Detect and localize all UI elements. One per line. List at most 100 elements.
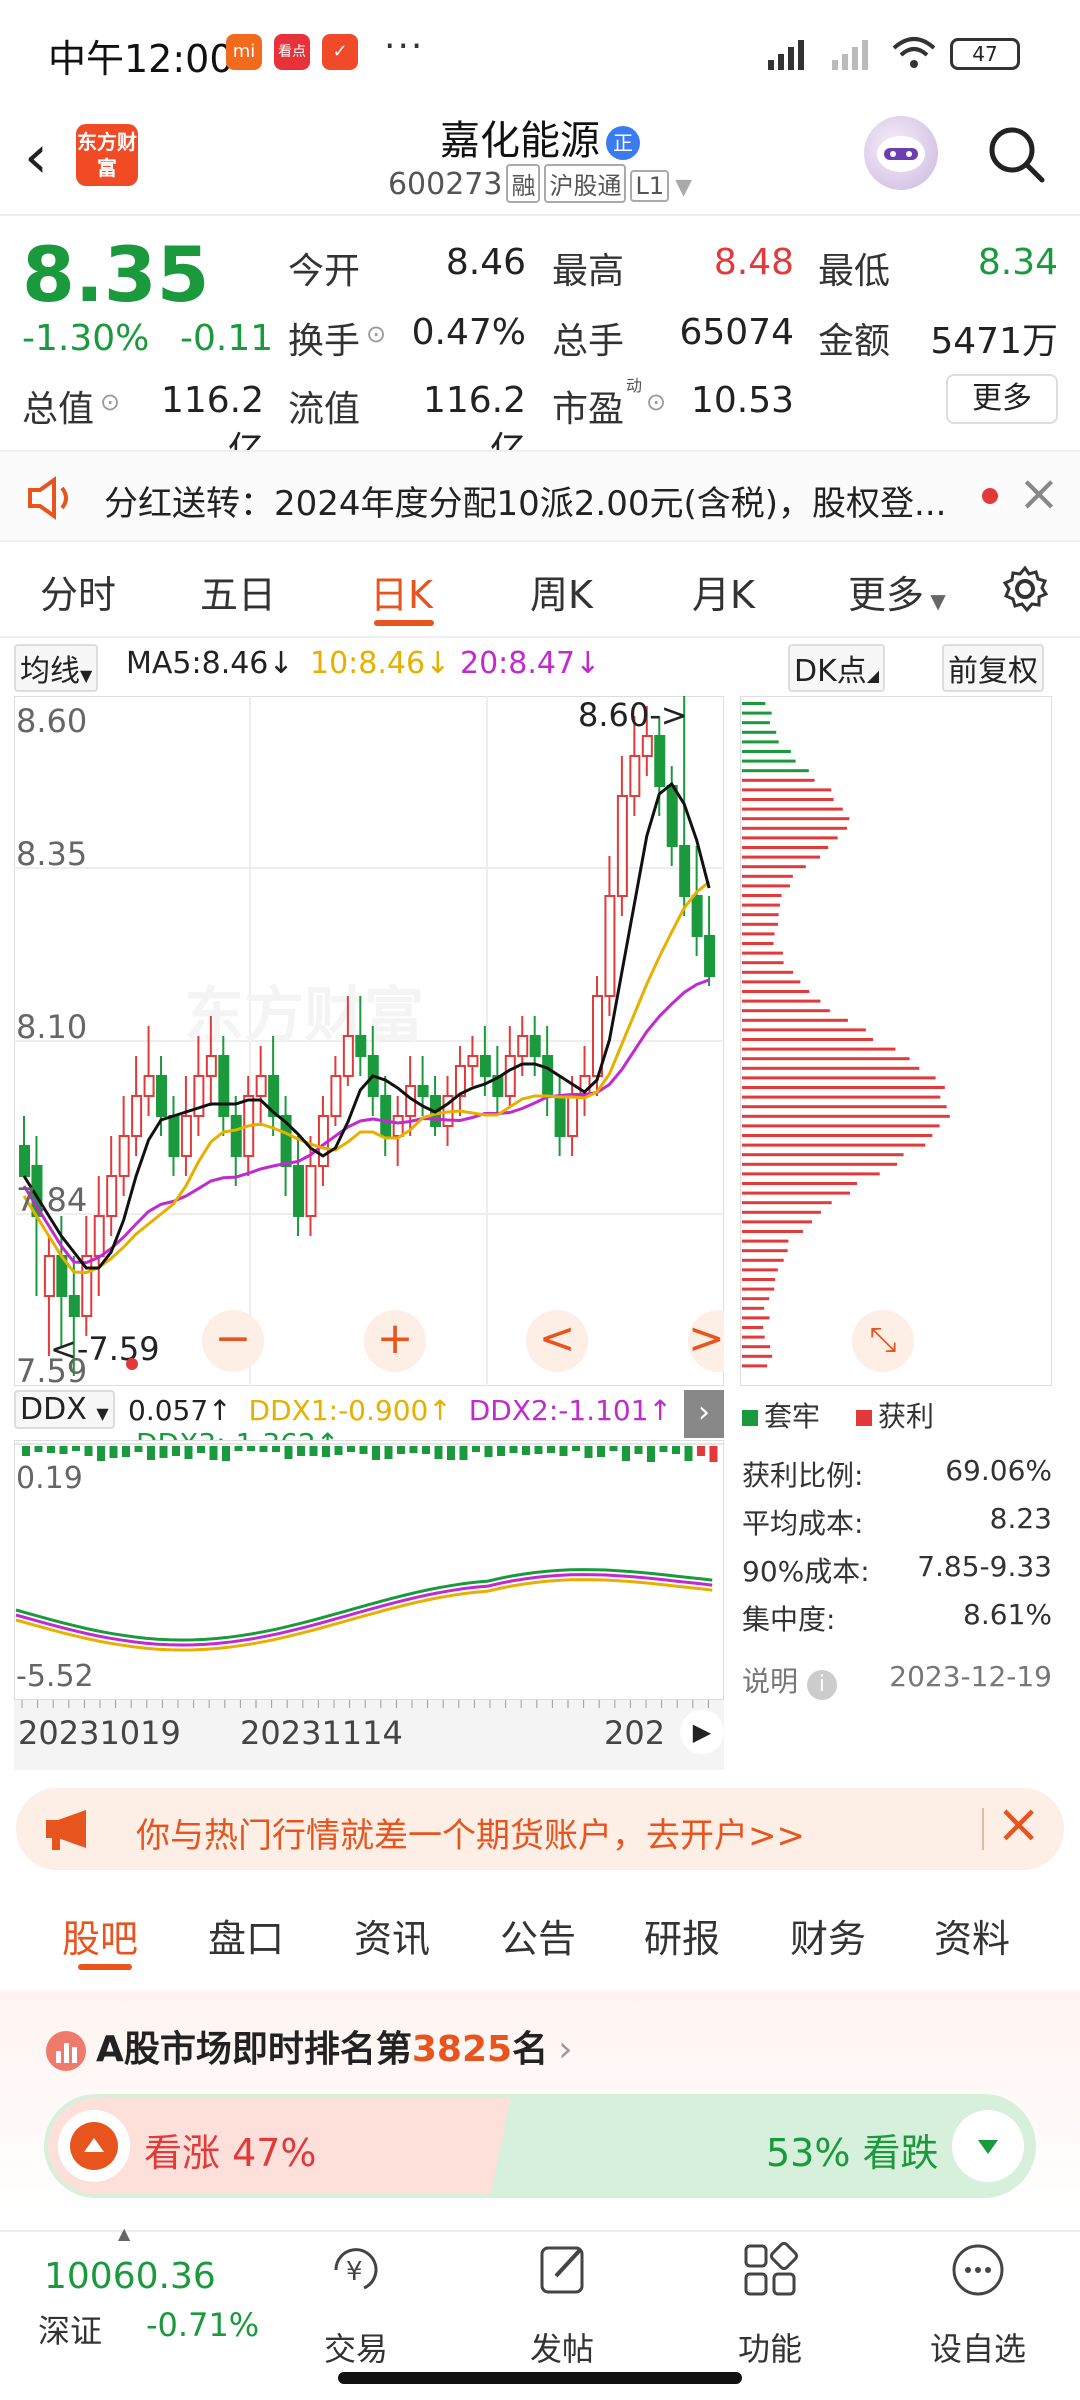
gear-icon[interactable] — [1000, 564, 1050, 614]
tab-announcements[interactable]: 公告 — [500, 1908, 576, 1963]
dk-point-select[interactable]: DK点◢ — [788, 644, 885, 692]
futures-promo-banner[interactable]: 你与热门行情就差一个期货账户，去开户>> × — [16, 1788, 1064, 1870]
candle-body — [655, 736, 664, 786]
market-cap-label: 总值 — [22, 380, 94, 432]
scroll-left-button[interactable]: < — [526, 1310, 588, 1372]
zoom-out-button[interactable]: − — [202, 1310, 264, 1372]
robot-avatar[interactable] — [864, 116, 938, 190]
vote-down-button[interactable] — [952, 2110, 1024, 2182]
collapse-caret[interactable]: ▲ — [118, 2224, 130, 2243]
candle-body — [506, 1056, 515, 1096]
mi-app-icon: mi — [226, 34, 262, 70]
chip-bar — [742, 788, 831, 791]
chip-bar — [742, 760, 796, 763]
home-indicator[interactable] — [338, 2372, 742, 2384]
ddx-bar — [210, 1446, 218, 1460]
promo-divider — [982, 1808, 984, 1850]
chip-bar — [742, 1076, 936, 1079]
dividend-notice[interactable]: 分红送转：2024年度分配10派2.00元(含税)，股权登... × — [0, 450, 1080, 542]
trade-icon[interactable]: ¥ — [324, 2240, 388, 2300]
chip-bar — [742, 1105, 947, 1108]
chip-bar — [742, 769, 809, 772]
adjust-select[interactable]: 前复权 — [942, 644, 1044, 692]
legend-profit: 获利 — [856, 1395, 934, 1435]
rank-chart-icon — [46, 2031, 86, 2071]
candle-body — [531, 1036, 540, 1056]
ddx-next-button[interactable]: › — [684, 1390, 724, 1438]
tab-pankou[interactable]: 盘口 — [208, 1908, 284, 1963]
chip-distribution-chart[interactable] — [740, 696, 1052, 1386]
tab-finance[interactable]: 财务 — [790, 1908, 866, 1963]
search-icon[interactable] — [986, 124, 1046, 184]
candle-body — [556, 1096, 565, 1136]
index-value[interactable]: 10060.36 — [44, 2256, 216, 2297]
add-watchlist-button[interactable]: 设自选 — [908, 2324, 1048, 2370]
ddx-bar — [572, 1446, 580, 1451]
more-notifications-icon: ··· — [384, 26, 424, 67]
function-button[interactable]: 功能 — [700, 2324, 840, 2370]
chip-bar — [742, 1336, 765, 1339]
arrow-up-icon — [58, 2110, 130, 2182]
function-icon[interactable] — [740, 2240, 800, 2300]
market-cap-info-icon[interactable]: ⊙ — [100, 388, 120, 416]
y-label-top: 8.60 — [16, 702, 87, 740]
high-label: 最高 — [552, 242, 624, 294]
pe-label: 市盈 — [552, 380, 624, 432]
chip-bar — [742, 1115, 950, 1118]
tab-intraday[interactable]: 分时 — [40, 564, 116, 619]
close-notice-icon[interactable]: × — [1018, 464, 1060, 522]
chevron-down-icon: ▼ — [80, 666, 92, 685]
more-quote-button[interactable]: 更多 — [946, 374, 1058, 424]
chip-bar — [742, 1268, 778, 1271]
chip-bar — [742, 1364, 767, 1367]
tab-guba[interactable]: 股吧 — [62, 1908, 138, 1963]
chip-note-row[interactable]: 说明 i 2023-12-19 — [742, 1660, 1052, 1700]
tab-more[interactable]: 更多 ▼ — [848, 564, 946, 619]
wifi-icon — [890, 34, 938, 72]
ddx-bar — [272, 1446, 280, 1452]
tab-research[interactable]: 研报 — [644, 1908, 720, 1963]
indicator-select[interactable]: 均线▼ — [14, 644, 98, 692]
chip-bar — [742, 1355, 772, 1358]
turnover-info-icon[interactable]: ⊙ — [366, 320, 386, 348]
ddx-bar — [297, 1446, 305, 1456]
date-play-button[interactable]: ▶ — [680, 1710, 724, 1754]
post-icon[interactable] — [534, 2240, 594, 2300]
ddx-bar — [535, 1446, 543, 1454]
candle-body — [107, 1176, 116, 1216]
chip-bar — [742, 884, 790, 887]
close-promo-icon[interactable]: × — [996, 1792, 1041, 1855]
chip-bar — [742, 1259, 784, 1262]
tab-monthly-k[interactable]: 月K — [692, 564, 755, 619]
date-label-3: 202 — [604, 1714, 665, 1752]
ddx-chart[interactable]: 0.19 -5.52 — [14, 1440, 724, 1700]
chevron-down-icon: ▼ — [675, 175, 692, 200]
chip-bar — [742, 875, 793, 878]
tab-daily-k[interactable]: 日K — [370, 564, 433, 619]
candle-body — [618, 796, 627, 896]
scroll-right-button[interactable]: > — [688, 1310, 724, 1372]
trade-button[interactable]: 交易 — [286, 2324, 426, 2370]
expand-chip-button[interactable]: ⤡ — [852, 1310, 914, 1372]
ddx-select[interactable]: DDX ▼ — [14, 1390, 115, 1429]
chip-bar — [742, 1220, 812, 1223]
tab-five-day[interactable]: 五日 — [200, 564, 276, 619]
ddx-bar — [147, 1446, 155, 1460]
rank-title[interactable]: A股市场即时排名第3825名 › — [46, 2020, 573, 2072]
speaker-icon — [26, 476, 76, 520]
zoom-in-button[interactable]: + — [364, 1310, 426, 1372]
tab-profile[interactable]: 资料 — [934, 1908, 1010, 1963]
ddx-bar — [435, 1446, 443, 1459]
vote-up-button[interactable] — [58, 2110, 130, 2182]
add-watchlist-icon[interactable] — [948, 2240, 1008, 2300]
pe-info-icon[interactable]: ⊙ — [646, 388, 666, 416]
kline-chart[interactable]: 东方财富 8.60 8.35 8.10 7.84 7.59 8.60-> <-7… — [14, 696, 724, 1386]
ddx-header: DDX ▼ 0.057↑ DDX1:-0.900↑ DDX2:-1.101↑ D… — [14, 1390, 724, 1438]
open-label: 今开 — [288, 242, 360, 294]
y-label-4: 7.84 — [16, 1181, 87, 1219]
tab-news[interactable]: 资讯 — [354, 1908, 430, 1963]
chip-row-profit-ratio: 获利比例: 69.06% — [742, 1454, 1052, 1494]
low-label: 最低 — [818, 242, 890, 294]
post-button[interactable]: 发帖 — [492, 2324, 632, 2370]
tab-weekly-k[interactable]: 周K — [530, 564, 593, 619]
